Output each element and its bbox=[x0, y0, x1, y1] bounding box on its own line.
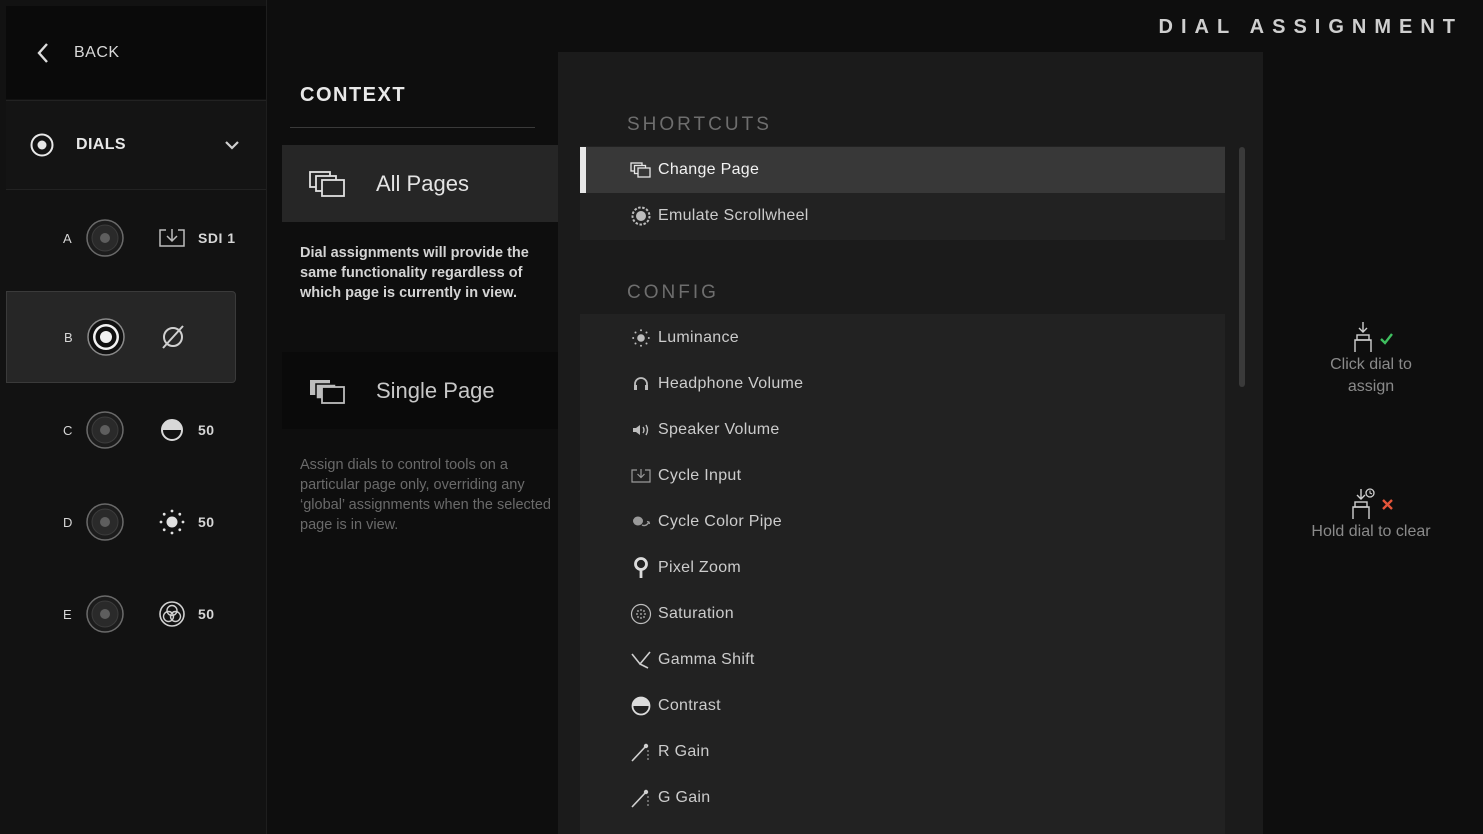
dial-row-e[interactable]: E 50 bbox=[6, 568, 236, 660]
dial-row-a[interactable]: A SDI 1 bbox=[6, 192, 236, 284]
dial-row-b[interactable]: B bbox=[6, 291, 236, 383]
sidebar: BACK DIALS A SDI 1 B C 50 D 50 E 50 bbox=[0, 0, 267, 834]
dial-knob-icon[interactable] bbox=[85, 502, 125, 542]
list-item-label: Cycle Input bbox=[658, 467, 742, 484]
gain-icon bbox=[630, 741, 652, 763]
list-item-luminance[interactable]: Luminance bbox=[580, 315, 1225, 361]
dial-letter: A bbox=[63, 230, 72, 246]
dial-value: 50 bbox=[198, 422, 215, 438]
hint-assign: Click dial to assign bbox=[1310, 318, 1432, 398]
saturation-icon bbox=[630, 603, 652, 625]
context-heading: CONTEXT bbox=[300, 84, 407, 106]
dial-knob-icon[interactable] bbox=[86, 317, 126, 357]
dial-letter: C bbox=[63, 422, 73, 438]
gain-icon bbox=[630, 787, 652, 809]
pages-stack-icon bbox=[309, 170, 345, 197]
list-item-label: R Gain bbox=[658, 743, 710, 760]
assignment-list-panel[interactable]: SHORTCUTS Change Page Emulate Scrollwhee… bbox=[558, 52, 1263, 834]
list-item-label: Speaker Volume bbox=[658, 421, 780, 438]
list-item-g-gain[interactable]: G Gain bbox=[580, 775, 1225, 821]
shortcuts-heading: SHORTCUTS bbox=[627, 114, 772, 135]
list-item-label: G Gain bbox=[658, 789, 711, 806]
dial-knob-icon[interactable] bbox=[85, 218, 125, 258]
back-label: BACK bbox=[74, 43, 120, 61]
hint-clear: Hold dial to clear bbox=[1310, 485, 1432, 543]
sdi-input-icon bbox=[156, 222, 188, 254]
list-item-r-gain[interactable]: R Gain bbox=[580, 729, 1225, 775]
list-item-saturation[interactable]: Saturation bbox=[580, 591, 1225, 637]
list-item-gamma-shift[interactable]: Gamma Shift bbox=[580, 637, 1225, 683]
saturation-rgb-icon bbox=[156, 598, 188, 630]
all-pages-description: Dial assignments will provide the same f… bbox=[300, 245, 529, 301]
chevron-down-icon bbox=[225, 141, 239, 150]
list-item-label: Emulate Scrollwheel bbox=[658, 207, 809, 224]
dial-icon bbox=[30, 133, 54, 157]
dial-value: SDI 1 bbox=[198, 230, 236, 246]
list-item-pixel-zoom[interactable]: Pixel Zoom bbox=[580, 545, 1225, 591]
color-pipe-icon bbox=[630, 511, 652, 533]
dial-row-c[interactable]: C 50 bbox=[6, 384, 236, 476]
luminance-icon bbox=[156, 506, 188, 538]
pages-icon bbox=[630, 159, 652, 181]
list-item-cycle-input[interactable]: Cycle Input bbox=[580, 453, 1225, 499]
list-item-label: Cycle Color Pipe bbox=[658, 513, 782, 530]
pixel-zoom-icon bbox=[630, 557, 652, 579]
dial-press-icon bbox=[1354, 322, 1393, 352]
context-divider bbox=[290, 127, 535, 128]
input-icon bbox=[630, 465, 652, 487]
page-title: DIAL ASSIGNMENT bbox=[1158, 16, 1463, 38]
contrast-icon bbox=[630, 695, 652, 717]
dial-letter: D bbox=[63, 514, 73, 530]
list-item-change-page[interactable]: Change Page bbox=[580, 147, 1225, 193]
hint-clear-text: Hold dial to clear bbox=[1311, 523, 1431, 540]
cross-icon bbox=[1382, 499, 1393, 510]
list-item-label: Luminance bbox=[658, 329, 739, 346]
list-item-speaker-volume[interactable]: Speaker Volume bbox=[580, 407, 1225, 453]
scrollwheel-icon bbox=[630, 205, 652, 227]
list-item-label: Gamma Shift bbox=[658, 651, 755, 668]
headphone-icon bbox=[630, 373, 652, 395]
speaker-icon bbox=[630, 419, 652, 441]
dials-dropdown[interactable]: DIALS bbox=[6, 100, 266, 190]
list-item-contrast[interactable]: Contrast bbox=[580, 683, 1225, 729]
all-pages-label: All Pages bbox=[376, 170, 469, 196]
dial-letter: E bbox=[63, 606, 72, 622]
dial-value: 50 bbox=[198, 514, 215, 530]
list-item-label: Contrast bbox=[658, 697, 721, 714]
list-scrollbar[interactable] bbox=[1239, 147, 1245, 387]
dial-letter: B bbox=[64, 329, 73, 345]
gamma-icon bbox=[630, 649, 652, 671]
config-heading: CONFIG bbox=[627, 282, 719, 303]
context-single-page-option[interactable]: Single Page bbox=[282, 352, 559, 429]
single-page-description: Assign dials to control tools on a parti… bbox=[300, 457, 551, 533]
dial-hold-icon bbox=[1352, 488, 1393, 519]
list-item-label: Change Page bbox=[658, 161, 760, 178]
dial-value: 50 bbox=[198, 606, 215, 622]
list-item-label: Headphone Volume bbox=[658, 375, 804, 392]
list-item-cycle-color-pipe[interactable]: Cycle Color Pipe bbox=[580, 499, 1225, 545]
unassigned-icon bbox=[157, 321, 189, 353]
check-icon bbox=[1380, 333, 1393, 345]
single-page-label: Single Page bbox=[376, 377, 495, 403]
dial-knob-icon[interactable] bbox=[85, 410, 125, 450]
list-item-emulate-scrollwheel[interactable]: Emulate Scrollwheel bbox=[580, 193, 1225, 239]
hint-assign-text: Click dial to assign bbox=[1330, 356, 1412, 395]
dial-knob-icon[interactable] bbox=[85, 594, 125, 634]
back-button[interactable]: BACK bbox=[6, 6, 266, 99]
chevron-left-icon bbox=[37, 42, 48, 63]
dial-row-d[interactable]: D 50 bbox=[6, 476, 236, 568]
single-page-icon bbox=[310, 379, 345, 404]
contrast-icon bbox=[156, 414, 188, 446]
list-item-label: Pixel Zoom bbox=[658, 559, 742, 576]
list-item-label: Saturation bbox=[658, 605, 734, 622]
dials-label: DIALS bbox=[76, 136, 126, 153]
list-item-headphone-volume[interactable]: Headphone Volume bbox=[580, 361, 1225, 407]
luminance-icon bbox=[630, 327, 652, 349]
context-all-pages-option[interactable]: All Pages bbox=[282, 145, 559, 222]
